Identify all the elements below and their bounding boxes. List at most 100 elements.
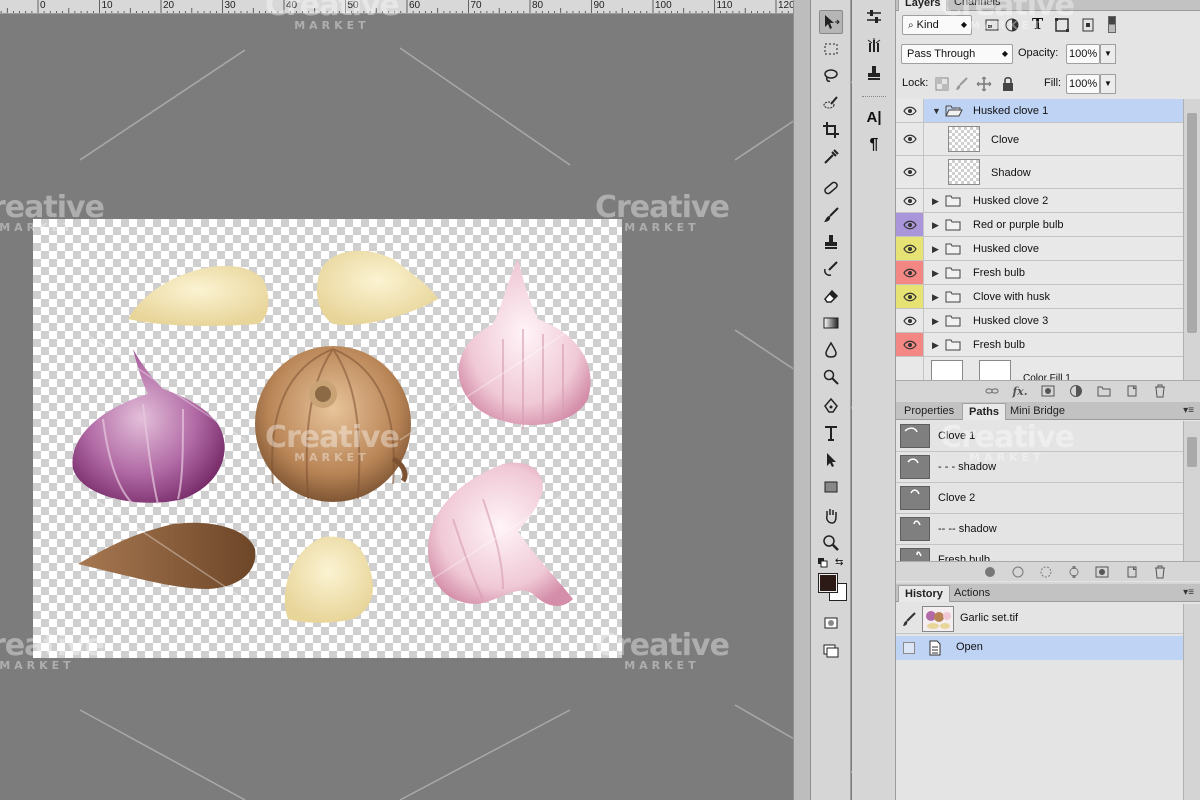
zoom-tool[interactable] <box>819 531 843 555</box>
fill-path-button[interactable] <box>982 564 998 580</box>
layer-visibility-toggle[interactable] <box>896 333 924 356</box>
layer-row[interactable]: ▶ Husked clove 2 <box>896 189 1183 213</box>
layer-visibility-toggle[interactable] <box>896 189 924 212</box>
filter-kind-select[interactable]: ⌕ Kind ◆ <box>902 15 972 35</box>
make-work-path-button[interactable] <box>1066 564 1082 580</box>
rectangle-tool[interactable] <box>819 475 843 499</box>
path-selection-tool[interactable] <box>819 448 843 472</box>
layer-list[interactable]: ▼ Husked clove 1 Clove Shadow ▶ Husked clove … <box>896 99 1183 381</box>
swap-colors-icon[interactable]: ⇆ <box>835 557 843 568</box>
eraser-tool[interactable] <box>819 284 843 308</box>
expand-right-icon[interactable]: ▶ <box>932 340 942 351</box>
foreground-color-swatch[interactable] <box>818 573 838 593</box>
marquee-tool[interactable] <box>819 37 843 61</box>
clone-source-button[interactable] <box>862 62 886 84</box>
layer-row[interactable]: ▶ Husked clove <box>896 237 1183 261</box>
screen-mode-button[interactable] <box>819 638 843 662</box>
blend-mode-select[interactable]: Pass Through ◆ <box>901 44 1013 64</box>
hand-tool[interactable] <box>819 504 843 528</box>
layer-visibility-toggle[interactable] <box>896 309 924 332</box>
filter-toggle-switch[interactable] <box>1108 16 1116 33</box>
type-tool[interactable] <box>819 421 843 445</box>
layer-visibility-toggle[interactable] <box>896 156 924 188</box>
move-tool[interactable] <box>819 10 843 34</box>
fill-field[interactable]: 100% <box>1066 74 1100 94</box>
history-brush-tool[interactable] <box>819 257 843 281</box>
layer-row[interactable]: Color Fill 1 <box>896 357 1183 381</box>
filter-type-icon[interactable]: T <box>1032 15 1043 33</box>
adjustments-panel-button[interactable] <box>862 6 886 28</box>
tab-mini-bridge[interactable]: Mini Bridge <box>1004 403 1071 420</box>
clone-stamp-tool[interactable] <box>819 230 843 254</box>
layers-scroll-thumb[interactable] <box>1187 113 1197 333</box>
tab-layers[interactable]: Layers <box>898 0 948 11</box>
path-row[interactable]: Clove 1 <box>896 421 1183 452</box>
tab-paths[interactable]: Paths <box>962 403 1006 420</box>
lasso-tool[interactable] <box>819 64 843 88</box>
expand-down-icon[interactable]: ▼ <box>932 106 942 116</box>
paths-scroll-thumb[interactable] <box>1187 437 1197 467</box>
layer-row[interactable]: ▶ Fresh bulb <box>896 333 1183 357</box>
lock-position-icon[interactable] <box>976 76 992 92</box>
layer-visibility-toggle[interactable] <box>896 357 924 381</box>
canvas-vertical-scrollbar[interactable] <box>793 0 811 800</box>
horizontal-ruler[interactable]: 0 10 20 30 40 50 60 70 80 90 100 110 120 <box>0 0 793 14</box>
opacity-dropdown[interactable]: ▼ <box>1100 44 1116 64</box>
layer-row[interactable]: Clove <box>896 123 1183 156</box>
layer-visibility-toggle[interactable] <box>896 213 924 236</box>
opacity-field[interactable]: 100% <box>1066 44 1100 64</box>
quick-selection-tool[interactable] <box>819 91 843 115</box>
layer-row[interactable]: ▶ Husked clove 3 <box>896 309 1183 333</box>
layer-visibility-toggle[interactable] <box>896 123 924 155</box>
expand-right-icon[interactable]: ▶ <box>932 220 942 231</box>
delete-layer-button[interactable] <box>1152 383 1168 399</box>
layer-row[interactable]: ▼ Husked clove 1 <box>896 99 1183 123</box>
new-path-button[interactable] <box>1124 564 1140 580</box>
quick-mask-button[interactable] <box>819 611 843 635</box>
path-row[interactable]: -- -- shadow <box>896 514 1183 545</box>
tab-actions[interactable]: Actions <box>948 585 996 602</box>
expand-right-icon[interactable]: ▶ <box>932 244 942 255</box>
layer-visibility-toggle[interactable] <box>896 285 924 308</box>
load-selection-button[interactable] <box>1038 564 1054 580</box>
blur-tool[interactable] <box>819 338 843 362</box>
fill-dropdown[interactable]: ▼ <box>1100 74 1116 94</box>
default-colors-icon[interactable] <box>818 558 830 568</box>
filter-pixel-icon[interactable] <box>984 17 1000 33</box>
layer-row[interactable]: ▶ Clove with husk <box>896 285 1183 309</box>
panel-menu-icon[interactable]: ▾≡ <box>1183 405 1194 416</box>
gradient-tool[interactable] <box>819 311 843 335</box>
lock-all-icon[interactable] <box>1000 76 1016 92</box>
eyedropper-tool[interactable] <box>819 145 843 169</box>
add-mask-button[interactable] <box>1040 383 1056 399</box>
new-adjustment-button[interactable] <box>1068 383 1084 399</box>
crop-tool[interactable] <box>819 118 843 142</box>
expand-right-icon[interactable]: ▶ <box>932 268 942 279</box>
new-group-button[interactable] <box>1096 383 1112 399</box>
stroke-path-button[interactable] <box>1010 564 1026 580</box>
filter-adjustment-icon[interactable] <box>1004 17 1020 33</box>
link-layers-button[interactable] <box>984 383 1000 399</box>
paragraph-panel-button[interactable]: ¶ <box>862 134 886 156</box>
paths-scrollbar[interactable] <box>1183 421 1200 561</box>
filter-shape-icon[interactable] <box>1054 17 1070 33</box>
layer-style-button[interactable]: fx. <box>1012 383 1028 399</box>
layer-visibility-toggle[interactable] <box>896 237 924 260</box>
layers-scrollbar[interactable] <box>1183 99 1200 381</box>
layer-row[interactable]: ▶ Red or purple bulb <box>896 213 1183 237</box>
filter-smart-object-icon[interactable] <box>1080 17 1096 33</box>
brush-tool[interactable] <box>819 203 843 227</box>
canvas-area[interactable] <box>0 15 793 800</box>
history-scrollbar[interactable] <box>1183 604 1200 800</box>
history-snapshot-row[interactable]: Garlic set.tif <box>896 604 1183 634</box>
expand-right-icon[interactable]: ▶ <box>932 292 942 303</box>
expand-right-icon[interactable]: ▶ <box>932 196 942 207</box>
character-panel-button[interactable]: A| <box>862 106 886 128</box>
path-row[interactable]: Clove 2 <box>896 483 1183 514</box>
layer-visibility-toggle[interactable] <box>896 99 924 122</box>
pen-tool[interactable] <box>819 394 843 418</box>
brush-presets-button[interactable] <box>862 34 886 56</box>
tab-channels[interactable]: Channels <box>948 0 1006 11</box>
tab-history[interactable]: History <box>898 585 950 602</box>
tab-properties[interactable]: Properties <box>898 403 960 420</box>
